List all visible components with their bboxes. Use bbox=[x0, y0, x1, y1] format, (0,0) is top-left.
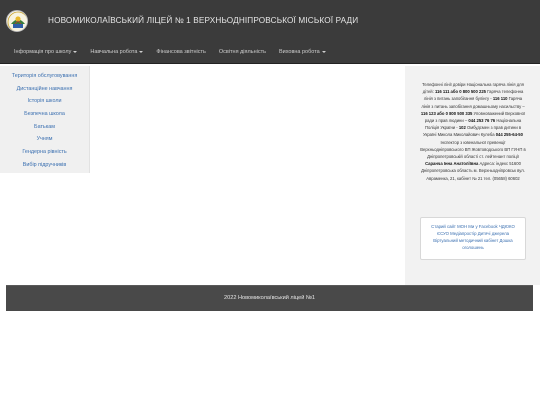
nav-label: Фінансова звітність bbox=[156, 49, 206, 55]
nav-activity[interactable]: Освітня діяльність bbox=[219, 49, 266, 55]
hotline-number: 102 bbox=[458, 125, 467, 131]
sidebar-item-service-area[interactable]: Територія обслуговування bbox=[0, 70, 89, 83]
sidebar-item-history[interactable]: Історія школи bbox=[0, 95, 89, 108]
inspector-name: Саранча Інна Анатоліївна bbox=[425, 161, 480, 167]
hotline-number: 044 255-64-50 bbox=[495, 132, 523, 138]
nav-education[interactable]: Навчальна робота bbox=[90, 49, 144, 55]
hotline-number: 044 253 76 76 bbox=[468, 118, 497, 124]
nav-school-info[interactable]: Інформація про школу bbox=[14, 49, 78, 55]
site-footer: 2022 Новомиколаївський ліцей №1 bbox=[6, 285, 533, 311]
sidebar-item-gender-equality[interactable]: Гендерна рівність bbox=[0, 146, 89, 159]
main-nav: Інформація про школу Навчальна робота Фі… bbox=[14, 49, 339, 55]
right-panel: Телефонні лінії довіри Національна гаряч… bbox=[405, 66, 540, 285]
hotline-text: Інспектор з ювенальної превенції Верхньо… bbox=[420, 139, 526, 160]
hotline-number: 116 111 або 0 800 500 225 bbox=[434, 89, 488, 95]
sidebar-item-distance-learning[interactable]: Дистанційне навчання bbox=[0, 83, 89, 96]
caret-down-icon bbox=[139, 50, 144, 53]
sidebar-item-textbooks[interactable]: Вибір підручників bbox=[0, 159, 89, 172]
caret-down-icon bbox=[73, 50, 78, 53]
link-virtual-methodical-office[interactable]: Віртуальний методичний кабінет bbox=[433, 238, 499, 243]
sidebar-item-parents[interactable]: Батькам bbox=[0, 121, 89, 134]
nav-label: Виховна робота bbox=[278, 49, 320, 55]
nav-upbringing[interactable]: Виховна робота bbox=[279, 49, 326, 55]
link-mon[interactable]: МОН bbox=[457, 224, 468, 229]
nav-label: Навчальна робота bbox=[90, 49, 138, 55]
link-children-sources[interactable]: Дитячі джерела bbox=[478, 231, 509, 236]
nav-label: Інформація про школу bbox=[14, 49, 72, 55]
site-header: НОВОМИКОЛАЇВСЬКИЙ ЛІЦЕЙ № 1 ВЕРХНЬОДНІПР… bbox=[0, 0, 540, 64]
link-chdyuko[interactable]: ЧДЮКО bbox=[499, 224, 515, 229]
caret-down-icon bbox=[321, 50, 326, 53]
sidebar: Територія обслуговування Дистанційне нав… bbox=[0, 66, 90, 173]
sidebar-item-students[interactable]: Учням bbox=[0, 133, 89, 146]
nav-label: Освітня діяльність bbox=[218, 49, 266, 55]
link-old-site[interactable]: Старий сайт bbox=[431, 224, 457, 229]
link-mediaprostir[interactable]: Медіапростір bbox=[450, 231, 478, 236]
hotline-number: 116 123 або 0 800 500 335 bbox=[420, 110, 474, 116]
sidebar-item-safe-school[interactable]: Безпечна школа bbox=[0, 108, 89, 121]
hotlines-info: Телефонні лінії довіри Національна гаряч… bbox=[420, 81, 526, 182]
link-facebook[interactable]: Ми у Facebook bbox=[468, 224, 499, 229]
hotline-number: 116 110 bbox=[492, 96, 509, 102]
site-title[interactable]: НОВОМИКОЛАЇВСЬКИЙ ЛІЦЕЙ № 1 ВЕРХНЬОДНІПР… bbox=[48, 16, 358, 25]
school-logo-icon[interactable] bbox=[6, 10, 28, 32]
link-esuo[interactable]: ЄСУО bbox=[437, 231, 450, 236]
nav-finance[interactable]: Фінансова звітність bbox=[156, 49, 205, 55]
useful-links-box: Старий сайт МОН Ми у Facebook ЧДЮКО ЄСУО… bbox=[420, 217, 526, 260]
footer-copyright: 2022 Новомиколаївський ліцей №1 bbox=[224, 295, 315, 301]
